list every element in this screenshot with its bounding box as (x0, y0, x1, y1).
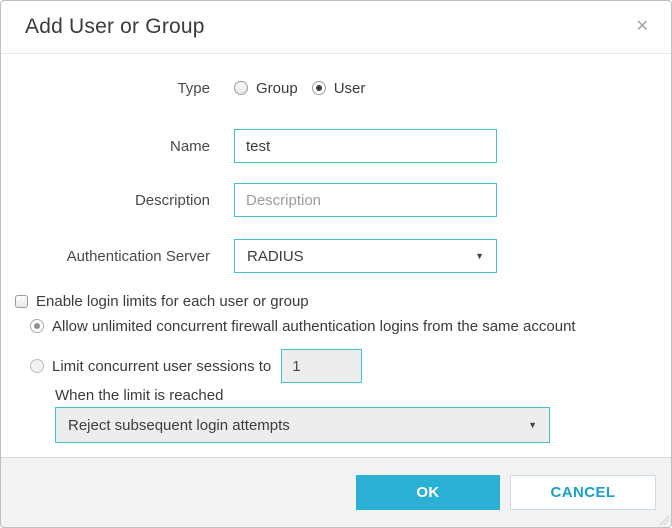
chevron-down-icon: ▼ (528, 420, 537, 430)
allow-unlimited-row: Allow unlimited concurrent firewall auth… (1, 317, 671, 335)
dialog-content: Type Group User Name Description (1, 54, 671, 443)
allow-unlimited-label[interactable]: Allow unlimited concurrent firewall auth… (52, 318, 576, 335)
auth-server-selected-value: RADIUS (247, 248, 304, 265)
chevron-down-icon: ▼ (475, 251, 484, 261)
name-input[interactable] (234, 129, 497, 163)
resize-handle[interactable] (658, 514, 669, 525)
limit-sessions-input[interactable] (281, 349, 362, 383)
dialog-footer: OK CANCEL (1, 457, 671, 527)
limit-action-row: Reject subsequent login attempts ▼ (1, 407, 671, 443)
enable-login-limits-label[interactable]: Enable login limits for each user or gro… (36, 293, 309, 310)
when-limit-label: When the limit is reached (55, 387, 223, 404)
type-row: Type Group User (1, 74, 671, 102)
add-user-or-group-dialog: Add User or Group ✕ Type Group User Name (0, 0, 672, 528)
cancel-button[interactable]: CANCEL (510, 475, 656, 510)
auth-server-select[interactable]: RADIUS ▼ (234, 239, 497, 273)
when-limit-row: When the limit is reached (1, 387, 671, 404)
description-input[interactable] (234, 183, 497, 217)
limit-action-select[interactable]: Reject subsequent login attempts ▼ (55, 407, 550, 443)
auth-server-row: Authentication Server RADIUS ▼ (1, 239, 671, 273)
type-option-group[interactable]: Group (234, 80, 298, 97)
name-label: Name (1, 138, 210, 155)
ok-button[interactable]: OK (356, 475, 500, 510)
name-row: Name (1, 129, 671, 163)
description-row: Description (1, 183, 671, 217)
type-options: Group User (234, 80, 379, 97)
user-radio-label[interactable]: User (334, 80, 366, 97)
enable-login-limits-row: Enable login limits for each user or gro… (1, 291, 671, 311)
close-icon[interactable]: ✕ (634, 17, 651, 37)
type-label: Type (1, 80, 210, 97)
enable-login-limits-checkbox[interactable] (15, 295, 28, 308)
limit-sessions-label[interactable]: Limit concurrent user sessions to (52, 358, 271, 375)
allow-unlimited-radio[interactable] (30, 319, 44, 333)
group-radio-label[interactable]: Group (256, 80, 298, 97)
auth-server-label: Authentication Server (1, 248, 210, 265)
user-radio[interactable] (312, 81, 326, 95)
limit-sessions-row: Limit concurrent user sessions to (1, 349, 671, 383)
group-radio[interactable] (234, 81, 248, 95)
limit-sessions-radio[interactable] (30, 359, 44, 373)
dialog-titlebar: Add User or Group ✕ (1, 1, 671, 54)
limit-action-selected-value: Reject subsequent login attempts (68, 417, 290, 434)
dialog-title: Add User or Group (25, 15, 205, 39)
type-option-user[interactable]: User (312, 80, 366, 97)
description-label: Description (1, 192, 210, 209)
